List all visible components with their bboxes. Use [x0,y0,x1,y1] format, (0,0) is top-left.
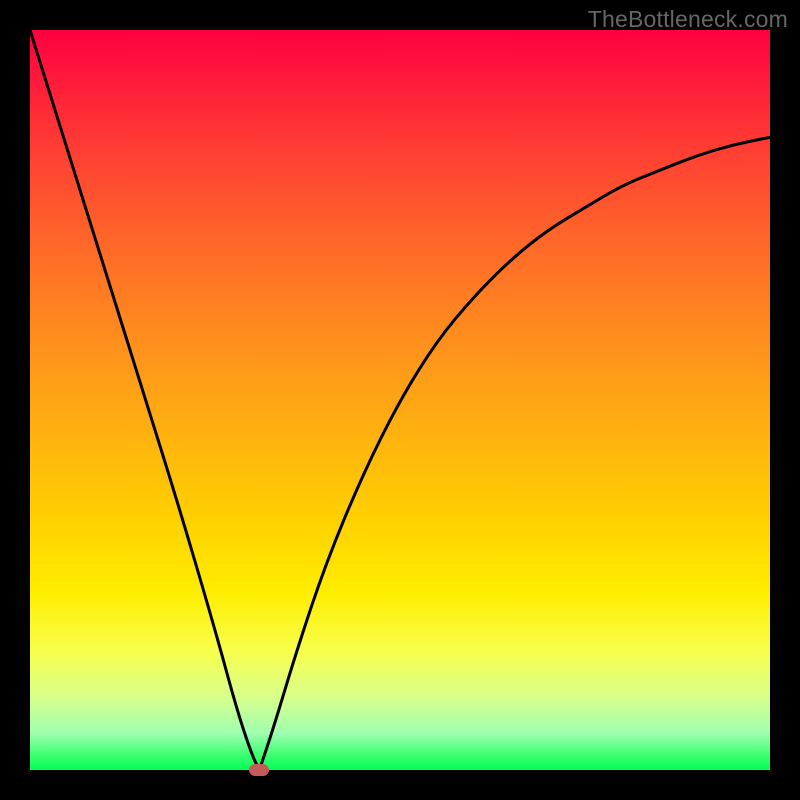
watermark-label: TheBottleneck.com [588,6,788,33]
plot-area [30,30,770,770]
curve-right-branch [259,137,770,770]
chart-frame: TheBottleneck.com [0,0,800,800]
curve-svg [30,30,770,770]
minimum-marker [249,764,269,776]
curve-left-branch [30,30,259,770]
